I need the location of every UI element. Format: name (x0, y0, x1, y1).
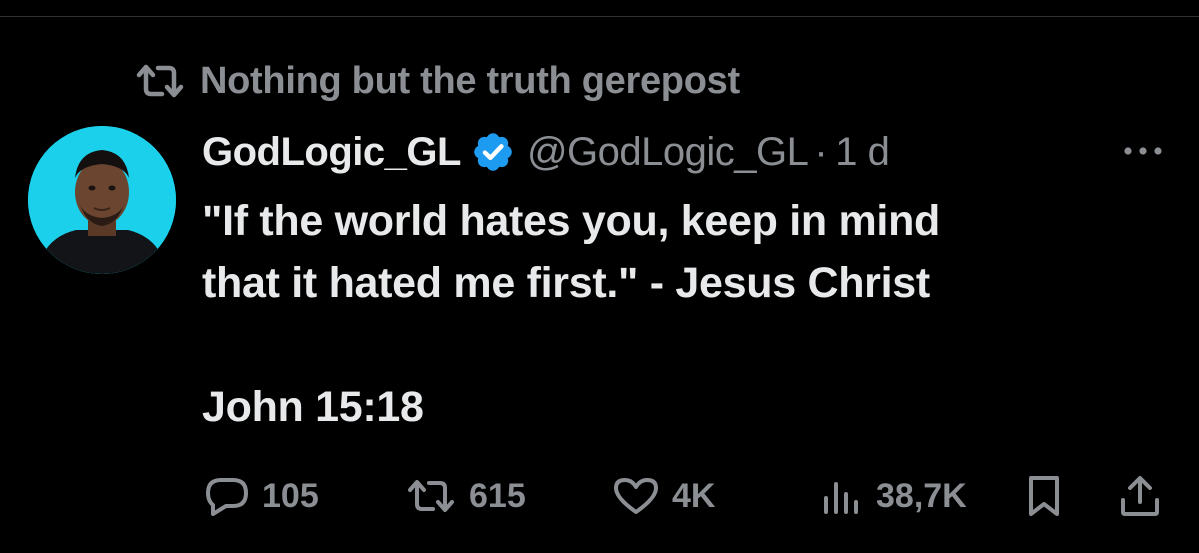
share-button[interactable] (1118, 468, 1162, 524)
views-count: 38,7K (876, 476, 967, 515)
like-count: 4K (672, 476, 716, 515)
separator-dot: · (814, 129, 828, 174)
repost-count: 615 (469, 476, 526, 515)
top-divider (0, 16, 1199, 17)
repost-label: Nothing but the truth gerepost (200, 59, 740, 102)
tweet-reference: John 15:18 (202, 383, 424, 431)
like-button[interactable]: 4K (612, 468, 715, 524)
views-button[interactable]: 38,7K (820, 468, 967, 524)
display-name[interactable]: GodLogic_GL (202, 130, 461, 175)
heart-icon (612, 476, 660, 516)
share-icon (1118, 474, 1162, 518)
repost-banner[interactable]: Nothing but the truth gerepost (134, 56, 740, 106)
tweet-line-1: "If the world hates you, keep in mind (202, 197, 940, 245)
views-icon (820, 476, 864, 516)
more-options-button[interactable] (1116, 136, 1170, 166)
timestamp[interactable]: 1 d (835, 130, 890, 175)
action-bar: 105 615 4K 38,7K (0, 468, 1199, 524)
repost-button[interactable]: 615 (405, 468, 526, 524)
tweet-text: "If the world hates you, keep in mind th… (202, 190, 1162, 438)
more-icon (1124, 147, 1162, 155)
tweet-line-2: that it hated me first." - Jesus Christ (202, 259, 930, 307)
bookmark-button[interactable] (1024, 468, 1064, 524)
repost-icon (405, 476, 457, 516)
tweet-header: GodLogic_GL @GodLogic_GL · 1 d (202, 124, 890, 180)
reply-count: 105 (262, 476, 319, 515)
reply-icon (204, 476, 250, 516)
repost-icon (134, 61, 186, 101)
verified-badge-icon (471, 130, 515, 174)
reply-button[interactable]: 105 (204, 468, 319, 524)
avatar[interactable] (28, 126, 176, 274)
handle[interactable]: @GodLogic_GL (527, 130, 809, 175)
bookmark-icon (1024, 474, 1064, 518)
